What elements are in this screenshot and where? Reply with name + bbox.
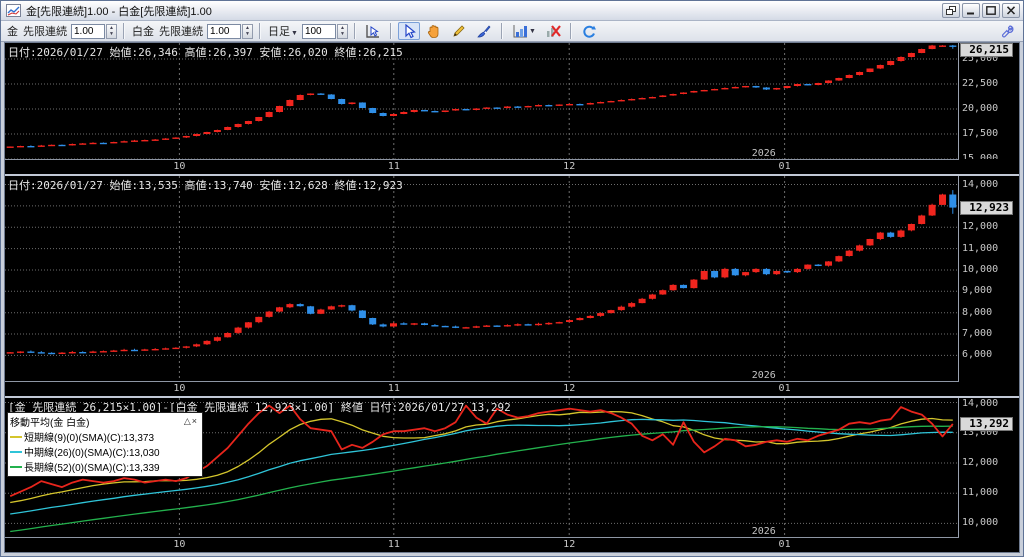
refresh-button[interactable] [578, 22, 600, 40]
y-axis-label: 17,500 [962, 128, 999, 139]
platinum-series-label: 先限連続 [159, 26, 203, 38]
spread-time-axis: 10 11 12 01 [5, 537, 959, 552]
legend-item-long-ma: 長期線(52)(0)(SMA)(C):13,339 [10, 459, 198, 474]
x-axis-label: 10 [173, 161, 186, 172]
chevron-down-icon: ▼ [291, 30, 298, 37]
platinum-time-axis: 10 11 12 01 [5, 381, 959, 396]
gold-price-axis: 25,000 22,500 20,000 17,500 15,000 26,215 [959, 43, 1019, 159]
gold-label: 金 [7, 26, 18, 38]
window-title: 金[先限連続]1.00 - 白金[先限連続]1.00 [26, 5, 212, 18]
gold-scale-spin-buttons[interactable]: ▲ ▼ [106, 23, 117, 39]
titlebar: 金[先限連続]1.00 - 白金[先限連続]1.00 [1, 1, 1023, 21]
settings-wrench-icon[interactable] [996, 22, 1018, 40]
toolbar-separator [569, 23, 572, 39]
platinum-ohlc-info: 日付:2026/01/27 始値:13,535 高値:13,740 安値:12,… [8, 179, 403, 192]
panel-spread: 2026 [金 先限連続 26,215×1.00]-[白金 先限連続 12,92… [5, 398, 1019, 552]
legend-item-mid-ma: 中期線(26)(0)(SMA)(C):13,030 [10, 444, 198, 459]
gold-series-label: 先限連続 [23, 26, 67, 38]
gold-time-axis: 10 11 12 01 [5, 159, 959, 174]
y-axis-label: 7,000 [962, 328, 993, 340]
y-axis-label: 14,000 [962, 178, 999, 190]
panel-platinum: 2026 日付:2026/01/27 始値:13,535 高値:13,740 安… [5, 176, 1019, 396]
pencil-draw-tool-button[interactable] [448, 22, 470, 40]
current-price-box: 26,215 [960, 43, 1013, 57]
bar-count-input[interactable] [301, 23, 336, 39]
chart-client-area: 2026 日付:2026/01/27 始値:26,346 高値:26,397 安… [4, 42, 1020, 553]
hand-pan-tool-button[interactable] [423, 22, 445, 40]
platinum-chart-canvas[interactable]: 2026 日付:2026/01/27 始値:13,535 高値:13,740 安… [5, 176, 959, 381]
platinum-scale-stepper: ▲▼ [207, 23, 253, 39]
y-axis-label: 20,000 [962, 103, 999, 114]
legend-item-short-ma: 短期線(9)(0)(SMA)(C):13,373 [10, 429, 198, 444]
x-axis-label: 12 [563, 161, 576, 172]
legend-close-button[interactable]: × [192, 416, 198, 426]
close-icon[interactable] [1002, 3, 1020, 18]
x-axis-label: 11 [387, 161, 400, 172]
spread-price-axis: 14,000 13,000 12,000 11,000 10,000 13,292 [959, 398, 1019, 537]
chevron-down-icon: ▼ [528, 27, 536, 35]
chart-type-menu-button[interactable]: ▼ [509, 22, 539, 40]
trendline-pen-tool-button[interactable] [473, 22, 495, 40]
moving-average-legend: 移動平均(金 白金) △× 短期線(9)(0)(SMA)(C):13,373 中… [7, 412, 203, 477]
legend-collapse-button[interactable]: △ [184, 416, 192, 426]
current-price-box: 13,292 [960, 416, 1013, 431]
minimize-icon[interactable] [962, 3, 980, 18]
chart-cursor-tool-button[interactable] [362, 22, 384, 40]
toolbar-separator [500, 23, 503, 39]
y-axis-label: 10,000 [962, 263, 999, 275]
delete-drawings-button[interactable] [542, 22, 564, 40]
x-axis-label: 12 [563, 383, 576, 394]
spread-chart-canvas[interactable]: 2026 [金 先限連続 26,215×1.00]-[白金 先限連続 12,92… [5, 398, 959, 537]
y-axis-label: 9,000 [962, 285, 993, 297]
x-axis-label: 11 [387, 539, 400, 550]
period-select[interactable]: 日足▼ [268, 23, 298, 39]
platinum-price-axis: 14,00013,00012,00011,00010,0009,0008,000… [959, 176, 1019, 381]
year-label: 2026 [752, 148, 776, 159]
toolbar-separator [123, 23, 125, 39]
x-axis-label: 01 [778, 161, 791, 172]
toolbar-separator [389, 23, 392, 39]
short-ma-swatch [10, 435, 22, 438]
y-axis-label: 8,000 [962, 306, 993, 318]
gold-ohlc-info: 日付:2026/01/27 始値:26,346 高値:26,397 安値:26,… [8, 46, 403, 59]
x-axis-label: 10 [173, 383, 186, 394]
year-label: 2026 [752, 370, 776, 381]
y-axis-label: 11,000 [962, 487, 999, 499]
toolbar: 金 先限連続 ▲▼ 白金 先限連続 ▲▼ 日足▼ ▲▼ [1, 21, 1023, 42]
y-axis-label: 10,000 [962, 517, 999, 529]
long-ma-swatch [10, 465, 22, 468]
gold-chart-canvas[interactable]: 2026 日付:2026/01/27 始値:26,346 高値:26,397 安… [5, 43, 959, 159]
float-window-icon[interactable] [942, 3, 960, 18]
toolbar-separator [259, 23, 261, 39]
x-axis-label: 12 [563, 539, 576, 550]
gold-scale-input[interactable] [71, 23, 105, 39]
gold-scale-stepper: ▲▼ [71, 23, 117, 39]
x-axis-label: 10 [173, 539, 186, 550]
y-axis-label: 15,000 [962, 153, 999, 159]
y-axis-label: 6,000 [962, 349, 993, 361]
x-axis-label: 01 [778, 383, 791, 394]
platinum-label: 白金 [132, 26, 154, 38]
y-axis-label: 12,000 [962, 456, 999, 468]
legend-title: 移動平均(金 白金) [10, 418, 90, 429]
pointer-tool-button[interactable] [397, 22, 420, 40]
toolbar-separator [353, 23, 356, 39]
bar-count-spin-buttons[interactable]: ▲ ▼ [336, 23, 348, 39]
maximize-icon[interactable] [982, 3, 1000, 18]
mid-ma-swatch [10, 450, 22, 453]
current-price-box: 12,923 [960, 200, 1013, 215]
y-axis-label: 12,000 [962, 221, 999, 233]
app-chart-icon [6, 4, 22, 17]
y-axis-label: 11,000 [962, 242, 999, 254]
chart-window: 金[先限連続]1.00 - 白金[先限連続]1.00 金 先限連続 ▲▼ 白金 … [0, 0, 1024, 557]
year-label: 2026 [752, 526, 776, 537]
y-axis-label: 22,500 [962, 78, 999, 89]
x-axis-label: 01 [778, 539, 791, 550]
x-axis-label: 11 [387, 383, 400, 394]
bar-count-stepper: ▲▼ [301, 23, 348, 39]
platinum-scale-spin-buttons[interactable]: ▲ ▼ [242, 23, 253, 39]
platinum-scale-input[interactable] [207, 23, 241, 39]
y-axis-label: 14,000 [962, 398, 999, 409]
panel-gold: 2026 日付:2026/01/27 始値:26,346 高値:26,397 安… [5, 43, 1019, 174]
